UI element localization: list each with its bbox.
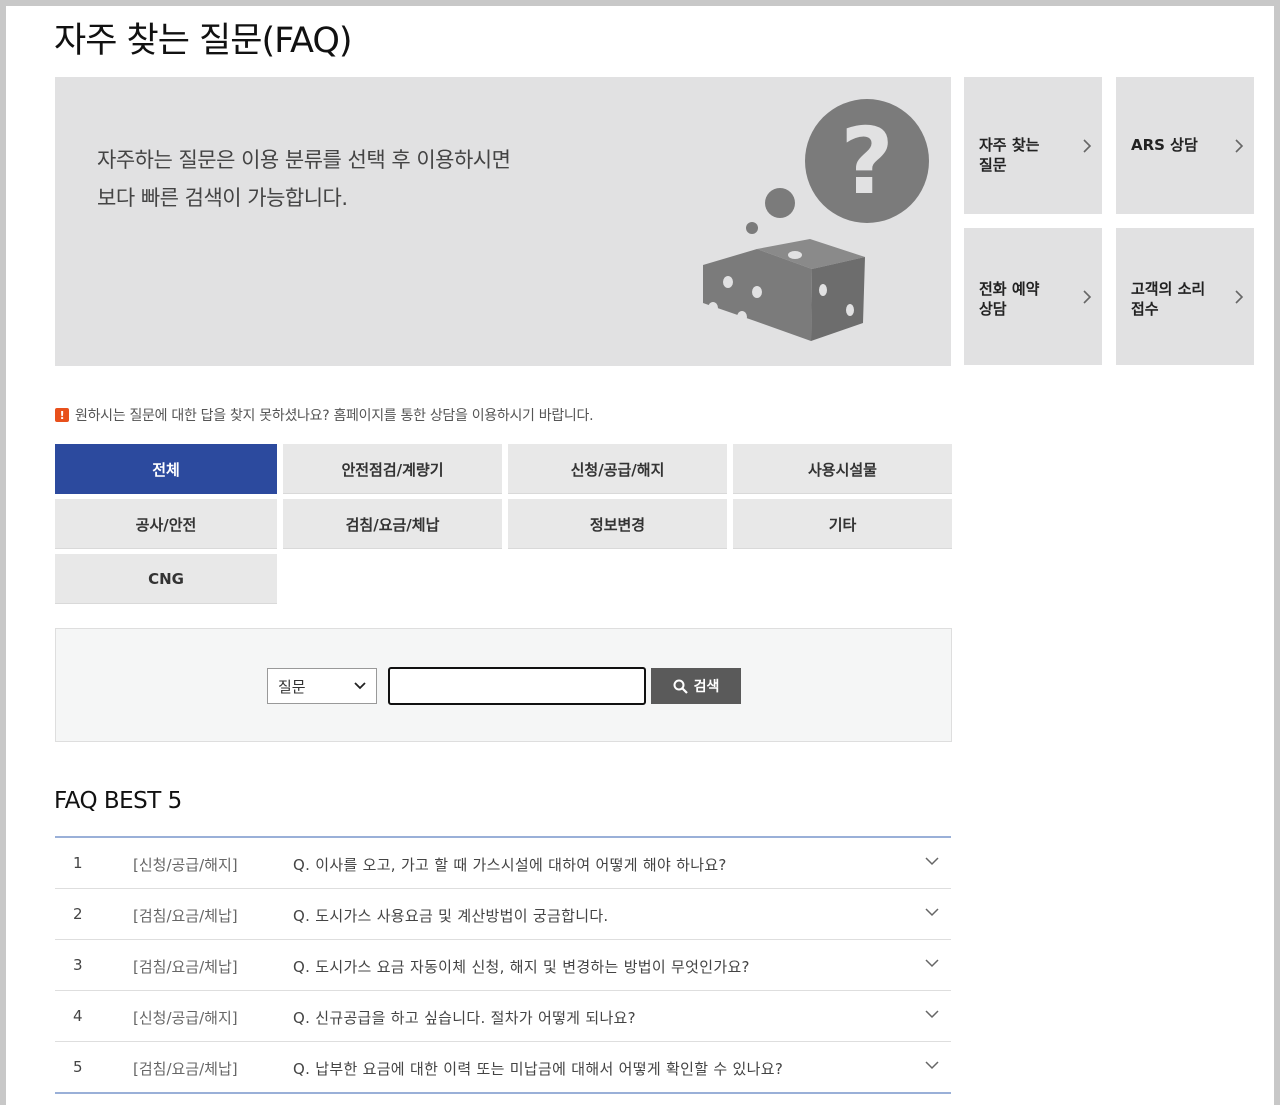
quick-link-label: 고객의 소리 접수 (1131, 280, 1206, 318)
hero-text: 자주하는 질문은 이용 분류를 선택 후 이용하시면 보다 빠른 검색이 가능합… (97, 141, 511, 217)
category-billing[interactable]: 검침/요금/체납 (283, 499, 502, 549)
faq-number: 1 (73, 854, 83, 872)
best-section-title: FAQ BEST 5 (54, 788, 182, 814)
category-all[interactable]: 전체 (55, 444, 277, 494)
page-title: 자주 찾는 질문(FAQ) (54, 21, 353, 61)
faq-category: [신청/공급/해지] (133, 856, 238, 874)
category-construction[interactable]: 공사/안전 (55, 499, 277, 549)
list-item[interactable]: 2 [검침/요금/체납] Q. 도시가스 사용요금 및 계산방법이 궁금합니다. (55, 889, 951, 940)
quick-link-label: 전화 예약 상담 (979, 280, 1040, 318)
chevron-right-icon (1083, 290, 1092, 304)
category-facilities[interactable]: 사용시설물 (733, 444, 952, 494)
quick-link-label: ARS 상담 (1131, 136, 1198, 154)
faq-question: Q. 납부한 요금에 대한 이력 또는 미납금에 대해서 어떻게 확인할 수 있… (293, 1060, 784, 1078)
faq-number: 5 (73, 1058, 83, 1076)
faq-category: [검침/요금/체납] (133, 1060, 238, 1078)
hero-banner: 자주하는 질문은 이용 분류를 선택 후 이용하시면 보다 빠른 검색이 가능합… (55, 77, 951, 366)
quick-link-label: 자주 찾는 질문 (979, 136, 1040, 174)
quick-link-faq[interactable]: 자주 찾는 질문 (964, 77, 1102, 214)
chevron-down-icon (925, 1010, 939, 1019)
faq-category: [검침/요금/체납] (133, 958, 238, 976)
chevron-right-icon (1235, 290, 1244, 304)
category-safety-meter[interactable]: 안전점검/계량기 (283, 444, 502, 494)
search-type-value: 질문 (278, 677, 306, 696)
chevron-down-icon (925, 1061, 939, 1070)
search-type-select[interactable]: 질문 (267, 668, 377, 704)
category-apply-supply[interactable]: 신청/공급/해지 (508, 444, 727, 494)
search-button-label: 검색 (693, 679, 720, 695)
faq-question: Q. 도시가스 요금 자동이체 신청, 해지 및 변경하는 방법이 무엇인가요? (293, 958, 750, 976)
list-item[interactable]: 5 [검침/요금/체납] Q. 납부한 요금에 대한 이력 또는 미납금에 대해… (55, 1042, 951, 1094)
search-input[interactable] (388, 667, 646, 705)
faq-question: Q. 도시가스 사용요금 및 계산방법이 궁금합니다. (293, 907, 609, 925)
category-info-change[interactable]: 정보변경 (508, 499, 727, 549)
faq-category: [신청/공급/해지] (133, 1009, 238, 1027)
list-item[interactable]: 3 [검침/요금/체납] Q. 도시가스 요금 자동이체 신청, 해지 및 변경… (55, 940, 951, 991)
svg-text:?: ? (840, 108, 893, 215)
faq-best-list: 1 [신청/공급/해지] Q. 이사를 오고, 가고 할 때 가스시설에 대하여… (55, 836, 951, 1094)
quick-link-customer-voice[interactable]: 고객의 소리 접수 (1116, 228, 1254, 365)
faq-category: [검침/요금/체납] (133, 907, 238, 925)
faq-number: 3 (73, 956, 83, 974)
category-cng[interactable]: CNG (55, 554, 277, 604)
chevron-right-icon (1235, 139, 1244, 153)
chevron-right-icon (1083, 139, 1092, 153)
category-etc[interactable]: 기타 (733, 499, 952, 549)
chevron-down-icon (354, 682, 366, 690)
chevron-down-icon (925, 908, 939, 917)
faq-question: Q. 신규공급을 하고 싶습니다. 절차가 어떻게 되나요? (293, 1009, 636, 1027)
faq-number: 4 (73, 1007, 83, 1025)
dice-question-icon: ? (703, 99, 929, 341)
notice-text: 원하시는 질문에 대한 답을 찾지 못하셨나요? 홈페이지를 통한 상담을 이용… (75, 408, 594, 424)
chevron-down-icon (925, 857, 939, 866)
quick-link-phone-reservation[interactable]: 전화 예약 상담 (964, 228, 1102, 365)
search-icon (673, 679, 688, 694)
faq-number: 2 (73, 905, 83, 923)
faq-question: Q. 이사를 오고, 가고 할 때 가스시설에 대하여 어떻게 해야 하나요? (293, 856, 727, 874)
list-item[interactable]: 1 [신청/공급/해지] Q. 이사를 오고, 가고 할 때 가스시설에 대하여… (55, 838, 951, 889)
alert-icon: ! (55, 408, 69, 422)
search-button[interactable]: 검색 (651, 668, 741, 704)
chevron-down-icon (925, 959, 939, 968)
list-item[interactable]: 4 [신청/공급/해지] Q. 신규공급을 하고 싶습니다. 절차가 어떻게 되… (55, 991, 951, 1042)
quick-link-ars[interactable]: ARS 상담 (1116, 77, 1254, 214)
notice: ! 원하시는 질문에 대한 답을 찾지 못하셨나요? 홈페이지를 통한 상담을 … (55, 405, 594, 425)
hero-line-1: 자주하는 질문은 이용 분류를 선택 후 이용하시면 (97, 148, 511, 172)
hero-line-2: 보다 빠른 검색이 가능합니다. (97, 186, 348, 210)
search-panel: 질문 검색 (55, 628, 952, 742)
